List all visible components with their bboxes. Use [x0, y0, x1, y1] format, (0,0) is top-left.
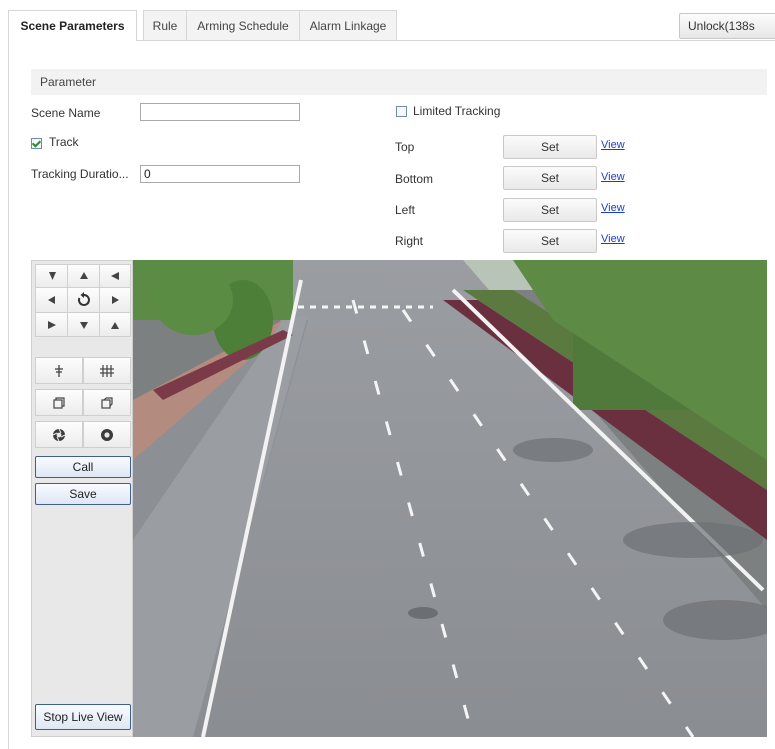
- view-top-link[interactable]: View: [601, 139, 625, 151]
- ptz-auto-button[interactable]: [67, 287, 100, 313]
- set-top-button[interactable]: Set: [503, 135, 597, 159]
- ptz-down-right-button[interactable]: [99, 312, 131, 337]
- arrow-up-left-icon: [111, 321, 119, 329]
- tab-arming-schedule[interactable]: Arming Schedule: [186, 10, 300, 40]
- set-left-button[interactable]: Set: [503, 198, 597, 222]
- ptz-left-button[interactable]: [35, 287, 68, 313]
- live-view-video[interactable]: [133, 260, 767, 737]
- limit-right-label: Right: [395, 234, 424, 248]
- tab-rule[interactable]: Rule: [143, 10, 187, 40]
- arrow-down-icon: [79, 321, 88, 329]
- limited-tracking-label: Limited Tracking: [413, 104, 501, 118]
- focus-far-button[interactable]: [83, 389, 131, 416]
- track-label: Track: [49, 135, 79, 149]
- arrow-up-icon: [79, 272, 88, 279]
- limit-top-label: Top: [395, 140, 415, 154]
- ptz-up-right-button[interactable]: [99, 264, 131, 288]
- content-border: [8, 40, 9, 749]
- zoom-out-button[interactable]: [83, 357, 131, 384]
- preset-save-button[interactable]: Save: [35, 483, 131, 505]
- ptz-up-button[interactable]: [67, 264, 100, 288]
- arrow-right-icon: [112, 296, 119, 304]
- limit-bottom-label: Bottom: [395, 172, 434, 186]
- tab-alarm-linkage[interactable]: Alarm Linkage: [299, 10, 397, 40]
- iris-close-icon: [101, 428, 113, 441]
- limit-left-label: Left: [395, 203, 416, 217]
- unlock-button[interactable]: Unlock(138s: [679, 13, 775, 39]
- scene-name-input[interactable]: [140, 103, 300, 121]
- arrow-left-icon: [47, 296, 55, 304]
- view-bottom-link[interactable]: View: [601, 171, 625, 183]
- arrow-left-down-icon: [111, 272, 119, 280]
- window-icon: [53, 396, 65, 409]
- ptz-up-left-button[interactable]: [35, 264, 68, 288]
- limited-tracking-checkbox[interactable]: [396, 106, 407, 117]
- ptz-right-button[interactable]: [99, 287, 131, 313]
- refresh-icon: [77, 292, 90, 306]
- ptz-control-panel: Call Save Stop Live View: [31, 260, 133, 737]
- iris-open-button[interactable]: [35, 421, 83, 448]
- preset-call-button[interactable]: Call: [35, 456, 131, 478]
- view-right-link[interactable]: View: [601, 233, 625, 245]
- ptz-down-left-button[interactable]: [35, 312, 68, 337]
- zoom-in-button[interactable]: [35, 357, 83, 384]
- track-checkbox[interactable]: [31, 138, 42, 149]
- set-right-button[interactable]: Set: [503, 229, 597, 253]
- tracking-duration-input[interactable]: [140, 165, 300, 183]
- iris-open-icon: [52, 428, 66, 441]
- scene-name-label: Scene Name: [31, 106, 101, 120]
- focus-near-button[interactable]: [35, 389, 83, 416]
- forest-icon: [100, 364, 114, 377]
- view-left-link[interactable]: View: [601, 202, 625, 214]
- section-header-parameter: Parameter: [31, 69, 767, 95]
- tracking-duration-label: Tracking Duratio...: [31, 167, 129, 181]
- window-stack-icon: [101, 396, 113, 409]
- tree-icon: [55, 364, 63, 377]
- road-scene-image: [133, 260, 767, 737]
- arrow-right-up-icon: [47, 320, 56, 329]
- stop-live-view-button[interactable]: Stop Live View: [35, 704, 131, 730]
- arrow-down-right-icon: [48, 272, 56, 280]
- tab-bar: Scene Parameters Rule Arming Schedule Al…: [8, 10, 775, 41]
- set-bottom-button[interactable]: Set: [503, 166, 597, 190]
- ptz-down-button[interactable]: [67, 312, 100, 337]
- tab-scene-parameters[interactable]: Scene Parameters: [8, 10, 137, 41]
- iris-close-button[interactable]: [83, 421, 131, 448]
